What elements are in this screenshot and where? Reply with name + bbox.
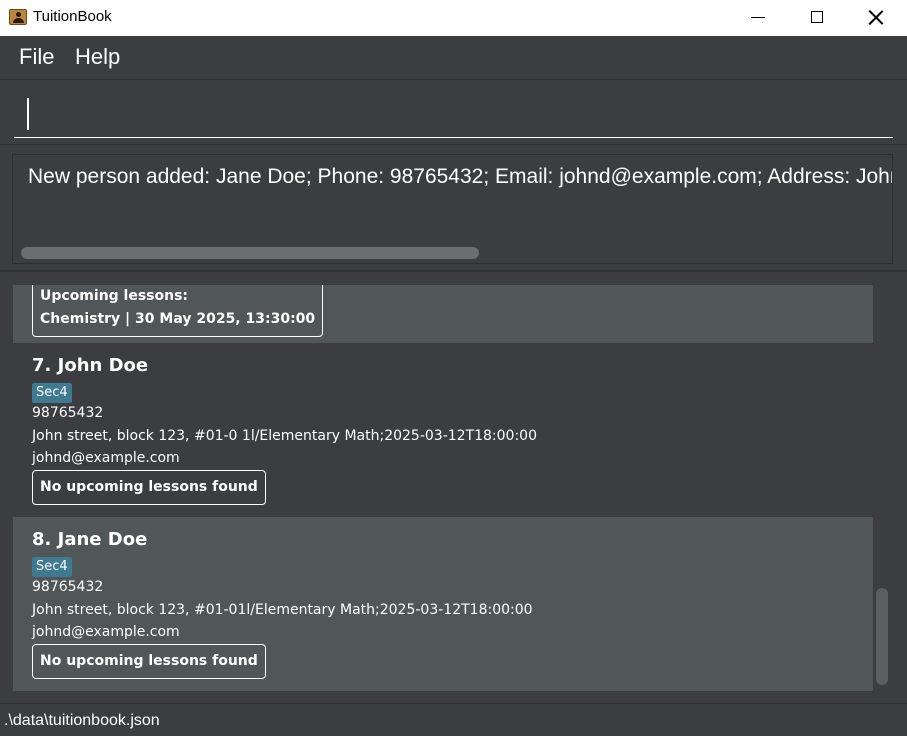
pane-divider[interactable] bbox=[0, 270, 907, 272]
person-list-scrollbar[interactable] bbox=[876, 588, 888, 685]
minimize-button[interactable] bbox=[729, 0, 787, 34]
tag-badge: Sec4 bbox=[32, 557, 72, 577]
minimize-icon bbox=[751, 16, 765, 18]
lessons-box: No upcoming lessons found bbox=[32, 470, 266, 505]
lessons-box: Upcoming lessons: Chemistry | 30 May 202… bbox=[32, 285, 324, 337]
contact-book-icon bbox=[9, 9, 27, 25]
menu-help[interactable]: Help bbox=[75, 44, 120, 70]
lessons-box: No upcoming lessons found bbox=[32, 644, 266, 679]
result-display[interactable]: New person added: Jane Doe; Phone: 98765… bbox=[12, 154, 893, 264]
person-phone: 98765432 bbox=[32, 405, 104, 421]
person-email: johnd@example.com bbox=[32, 450, 180, 466]
command-input[interactable] bbox=[14, 93, 893, 138]
menu-bar: File Help bbox=[0, 36, 907, 80]
menu-file[interactable]: File bbox=[19, 44, 54, 70]
lesson-item: Chemistry | 30 May 2025, 13:30:00 bbox=[40, 311, 316, 327]
person-address: John street, block 123, #01-0 1l/Element… bbox=[32, 428, 537, 444]
person-address: John street, block 123, #01-01l/Elementa… bbox=[32, 602, 533, 618]
window-title: TuitionBook bbox=[33, 8, 112, 25]
person-phone: 98765432 bbox=[32, 579, 104, 595]
person-card[interactable]: 7. John Doe Sec4 98765432 John street, b… bbox=[13, 343, 873, 517]
person-card[interactable]: 8. Jane Doe Sec4 98765432 John street, b… bbox=[13, 517, 873, 691]
person-list[interactable]: Upcoming lessons: Chemistry | 30 May 202… bbox=[13, 285, 873, 691]
command-pane bbox=[0, 81, 907, 145]
person-email: johnd@example.com bbox=[32, 624, 180, 640]
close-icon bbox=[869, 10, 883, 24]
lessons-empty-message: No upcoming lessons found bbox=[40, 479, 258, 495]
result-horizontal-scrollbar[interactable] bbox=[21, 247, 479, 259]
close-button[interactable] bbox=[847, 0, 905, 34]
save-location-path: .\data\tuitionbook.json bbox=[4, 712, 160, 729]
maximize-button[interactable] bbox=[788, 0, 846, 34]
lessons-empty-message: No upcoming lessons found bbox=[40, 653, 258, 669]
status-bar: .\data\tuitionbook.json bbox=[0, 703, 907, 736]
text-caret bbox=[27, 98, 29, 130]
person-card-partial[interactable]: Upcoming lessons: Chemistry | 30 May 202… bbox=[13, 285, 873, 343]
tag-badge: Sec4 bbox=[32, 383, 72, 403]
maximize-icon bbox=[811, 11, 823, 23]
title-bar: TuitionBook bbox=[0, 0, 907, 36]
person-name: 7. John Doe bbox=[32, 355, 149, 376]
result-message: New person added: Jane Doe; Phone: 98765… bbox=[28, 165, 893, 188]
lessons-header: Upcoming lessons: bbox=[40, 288, 189, 304]
person-name: 8. Jane Doe bbox=[32, 529, 148, 550]
